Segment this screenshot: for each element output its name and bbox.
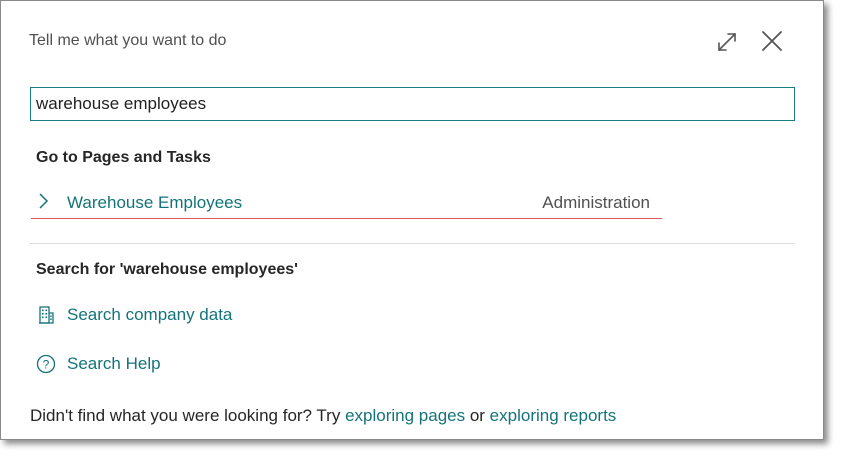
- result-category: Administration: [542, 193, 650, 212]
- expand-icon[interactable]: [714, 29, 740, 55]
- footer-text: Didn't find what you were looking for? T…: [30, 406, 616, 426]
- exploring-reports-link[interactable]: exploring reports: [490, 406, 617, 425]
- search-company-data-link[interactable]: Search company data: [36, 303, 246, 327]
- result-label: Warehouse Employees: [67, 193, 243, 212]
- search-company-data-label: Search company data: [67, 305, 233, 324]
- search-section-heading: Search for 'warehouse employees': [36, 261, 298, 278]
- section-divider: [30, 243, 795, 244]
- search-help-link[interactable]: ? Search Help: [36, 352, 166, 376]
- search-input[interactable]: [31, 88, 794, 120]
- svg-text:?: ?: [43, 358, 50, 372]
- chevron-right-icon: [39, 193, 49, 209]
- building-icon: [39, 306, 54, 324]
- search-field[interactable]: [30, 87, 795, 121]
- close-icon[interactable]: [758, 27, 786, 55]
- exploring-pages-link[interactable]: exploring pages: [345, 406, 465, 425]
- result-item-warehouse-employees[interactable]: Warehouse Employees Administration: [31, 189, 662, 219]
- question-circle-icon: ?: [36, 354, 56, 374]
- search-help-label: Search Help: [67, 354, 161, 373]
- pages-section-heading: Go to Pages and Tasks: [36, 149, 211, 166]
- footer-prefix: Didn't find what you were looking for? T…: [30, 406, 346, 425]
- footer-middle: or: [465, 406, 490, 425]
- tell-me-dialog: Tell me what you want to do Go to Pages …: [0, 0, 824, 440]
- dialog-title: Tell me what you want to do: [29, 32, 227, 49]
